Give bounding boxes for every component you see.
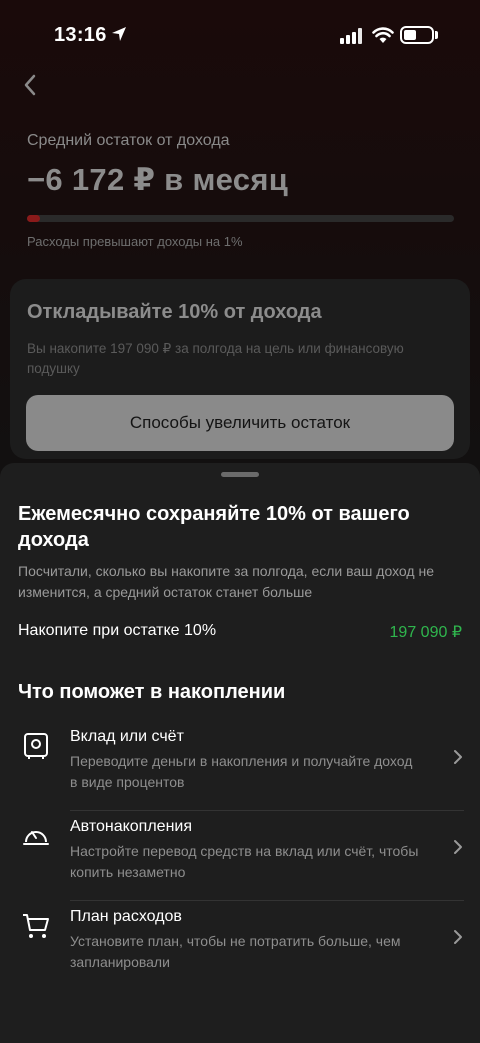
auto-saving-icon: [23, 831, 49, 845]
list-item-description: Переводите деньги в накопления и получай…: [70, 753, 413, 790]
wifi-icon: [372, 27, 394, 43]
save-card-title: Откладывайте 10% от дохода: [27, 301, 322, 323]
list-item-spending-plan[interactable]: План расходов Установите план, чтобы не …: [0, 896, 480, 986]
location-arrow-icon: [112, 27, 126, 41]
accumulation-label: Накопите при остатке 10%: [18, 622, 217, 639]
list-item-title: План расходов: [70, 908, 182, 925]
chevron-right-icon: [454, 930, 462, 944]
increase-balance-button[interactable]: Способы увеличить остаток: [26, 395, 454, 451]
list-item-auto-saving[interactable]: Автонакопления Настройте перевод средств…: [0, 806, 480, 896]
bottom-sheet: Ежемесячно сохраняйте 10% от вашего дохо…: [0, 463, 480, 1043]
list-item-description: Установите план, чтобы не потратить боль…: [70, 933, 401, 970]
sheet-title: Ежемесячно сохраняйте 10% от вашего дохо…: [18, 503, 410, 551]
cart-icon: [23, 914, 49, 938]
list-item-deposit[interactable]: Вклад или счёт Переводите деньги в накоп…: [0, 716, 480, 806]
list-item-title: Вклад или счёт: [70, 728, 184, 745]
average-balance-value: −6 172 ₽ в месяц: [27, 162, 289, 197]
accumulation-value: 197 090 ₽: [389, 624, 462, 641]
balance-progress-bar: [27, 215, 454, 222]
safe-icon: [24, 733, 48, 759]
chevron-right-icon: [454, 750, 462, 764]
sheet-drag-handle[interactable]: [221, 472, 259, 477]
save-percent-card: Откладывайте 10% от дохода Вы накопите 1…: [10, 279, 470, 459]
cellular-signal-icon: [340, 28, 362, 44]
back-chevron-icon[interactable]: [16, 70, 46, 100]
balance-progress-fill: [27, 215, 40, 222]
sheet-description: Посчитали, сколько вы накопите за полгод…: [18, 563, 434, 600]
list-item-description: Настройте перевод средств на вклад или с…: [70, 843, 419, 880]
battery-icon: [400, 26, 434, 44]
save-card-description: Вы накопите 197 090 ₽ за полгода на цель…: [27, 341, 404, 376]
expenses-note: Расходы превышают доходы на 1%: [27, 234, 243, 249]
status-bar: 13:16: [0, 0, 480, 70]
list-item-title: Автонакопления: [70, 818, 193, 835]
battery-tip: [435, 31, 438, 39]
savings-help-heading: Что поможет в накоплении: [18, 681, 286, 703]
chevron-right-icon: [454, 840, 462, 854]
status-time: 13:16: [54, 24, 107, 46]
average-balance-label: Средний остаток от дохода: [27, 132, 230, 149]
